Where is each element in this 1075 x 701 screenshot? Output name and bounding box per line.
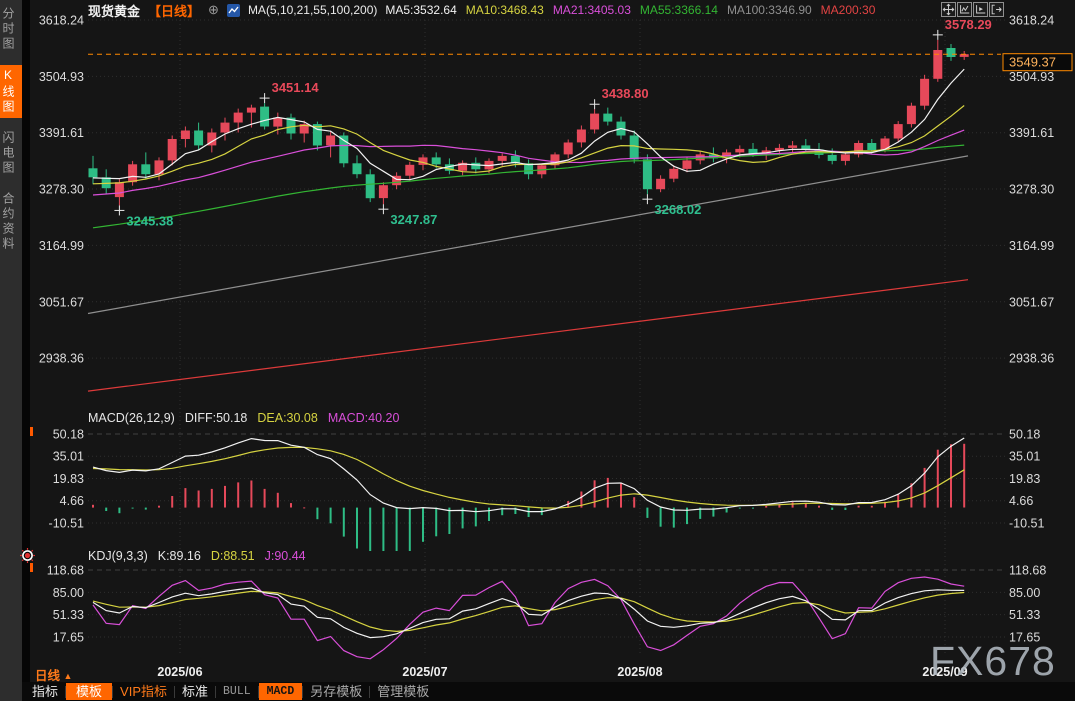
macd-diff-value: DIFF:50.18 — [185, 411, 248, 426]
macd-dea-value: DEA:30.08 — [257, 411, 317, 426]
svg-text:3504.93: 3504.93 — [39, 70, 84, 84]
svg-text:118.68: 118.68 — [47, 564, 84, 578]
candlesticks — [89, 40, 969, 206]
axis-scale-icon[interactable] — [957, 2, 972, 17]
time-axis-label: 2025/06 — [157, 665, 202, 679]
svg-text:50.18: 50.18 — [1009, 428, 1040, 442]
macd-label-row: MACD(26,12,9) DIFF:50.18 DEA:30.08 MACD:… — [88, 411, 399, 426]
svg-text:-10.51: -10.51 — [49, 516, 84, 530]
time-axis-label: 2025/08 — [617, 665, 662, 679]
svg-text:3051.67: 3051.67 — [1009, 295, 1054, 309]
svg-text:3278.30: 3278.30 — [1009, 183, 1054, 197]
toolbar-item-3[interactable]: VIP指标 — [113, 683, 174, 700]
bottom-toolbar: 指标模板VIP指标标准BULLMACD另存模板管理模板 — [22, 682, 1075, 701]
svg-text:3618.24: 3618.24 — [39, 14, 84, 28]
svg-text:50.18: 50.18 — [53, 428, 84, 442]
sidebar-tab-3[interactable]: 闪电图 — [0, 128, 22, 179]
kdj-k-value: K:89.16 — [158, 549, 201, 564]
period-tag: 【日线】 — [148, 1, 200, 19]
toolbar-item-8[interactable]: 管理模板 — [370, 683, 436, 700]
svg-text:3278.30: 3278.30 — [39, 183, 84, 197]
app-window: 分时图 K线图闪电图合约资料 现货黄金 【日线】 ⊕ MA(5,10,21,55,… — [0, 0, 1075, 701]
sidebar-tab-4[interactable]: 合约资料 — [0, 189, 22, 255]
pan-icon[interactable] — [941, 2, 956, 17]
svg-text:35.01: 35.01 — [1009, 450, 1040, 464]
sidebar: 分时图 K线图闪电图合约资料 — [0, 0, 22, 701]
add-indicator-icon[interactable]: ⊕ — [208, 2, 219, 18]
macd-title: MACD(26,12,9) — [88, 411, 175, 426]
toolbar-item-7[interactable]: 另存模板 — [303, 683, 369, 700]
price-annotation: 3578.29 — [945, 17, 992, 32]
toolbar-item-5[interactable]: BULL — [216, 683, 258, 700]
price-annotation: 3451.14 — [272, 80, 320, 95]
toolbar-item-1[interactable]: 指标 — [25, 683, 65, 700]
sidebar-tab-1[interactable]: 分时图 — [0, 4, 22, 55]
svg-text:3164.99: 3164.99 — [1009, 239, 1054, 253]
price-annotation: 3247.87 — [390, 212, 437, 227]
svg-text:35.01: 35.01 — [53, 450, 84, 464]
svg-text:2938.36: 2938.36 — [39, 352, 84, 366]
period-selector-label: 日线 — [35, 669, 60, 683]
kdj-d-value: D:88.51 — [211, 549, 255, 564]
macd-macd-value: MACD:40.20 — [328, 411, 400, 426]
chart-type-icon[interactable] — [227, 4, 240, 17]
svg-text:3391.61: 3391.61 — [1009, 126, 1054, 140]
axis-indicator-icon[interactable] — [973, 2, 988, 17]
price-annotation: 3268.02 — [654, 202, 701, 217]
ma-value-4: MA55:3366.14 — [640, 3, 718, 17]
svg-text:3504.93: 3504.93 — [1009, 70, 1054, 84]
ma-value-1: MA5:3532.64 — [385, 3, 456, 17]
ma-value-2: MA10:3468.43 — [466, 3, 544, 17]
ma-value-5: MA100:3346.90 — [727, 3, 812, 17]
watermark: FX678 — [930, 638, 1056, 685]
sidebar-divider — [22, 0, 30, 701]
toolbar-item-6[interactable]: MACD — [259, 683, 303, 700]
toolbar-item-2[interactable]: 模板 — [66, 683, 112, 700]
svg-text:85.00: 85.00 — [53, 586, 84, 600]
main-chart[interactable]: 3618.24 3618.24 3504.93 3504.93 3391.61 3391.… — [30, 0, 1075, 680]
svg-text:-10.51: -10.51 — [1009, 516, 1044, 530]
topbar: 现货黄金 【日线】 ⊕ MA(5,10,21,55,100,200) MA5:3… — [88, 1, 933, 19]
svg-text:19.83: 19.83 — [1009, 472, 1040, 486]
svg-text:19.83: 19.83 — [53, 472, 84, 486]
ma-params: MA(5,10,21,55,100,200) — [248, 3, 377, 17]
chart-tool-icons — [941, 2, 1004, 17]
svg-text:118.68: 118.68 — [1009, 564, 1046, 578]
svg-text:3051.67: 3051.67 — [39, 295, 84, 309]
svg-text:4.66: 4.66 — [60, 494, 84, 508]
kdj-label-row: KDJ(9,3,3) K:89.16 D:88.51 J:90.44 — [88, 549, 306, 564]
svg-text:2938.36: 2938.36 — [1009, 352, 1054, 366]
svg-text:17.65: 17.65 — [53, 630, 84, 644]
svg-text:51.33: 51.33 — [53, 608, 84, 622]
svg-text:85.00: 85.00 — [1009, 586, 1040, 600]
kdj-j-value: J:90.44 — [265, 549, 306, 564]
topbar-ma-values: MA5:3532.64 MA10:3468.43 MA21:3405.03 MA55:… — [385, 3, 875, 17]
ma-value-3: MA21:3405.03 — [553, 3, 631, 17]
time-axis: 日线 ▲ 2025/062025/072025/082025/09 — [30, 660, 1075, 682]
price-annotation: 3438.80 — [602, 86, 649, 101]
svg-text:3164.99: 3164.99 — [39, 239, 84, 253]
svg-text:4.66: 4.66 — [1009, 494, 1033, 508]
triangle-up-icon: ▲ — [64, 671, 73, 681]
ma-value-6: MA200:30 — [821, 3, 876, 17]
last-price-value: 3549.37 — [1009, 55, 1056, 70]
symbol-title: 现货黄金 — [88, 1, 140, 19]
svg-text:3391.61: 3391.61 — [39, 126, 84, 140]
sidebar-tab-2[interactable]: K线图 — [0, 65, 22, 118]
price-annotation: 3245.38 — [126, 213, 173, 228]
kdj-title: KDJ(9,3,3) — [88, 549, 148, 564]
exit-chart-icon[interactable] — [989, 2, 1004, 17]
live-indicator-icon — [20, 548, 35, 568]
time-axis-label: 2025/07 — [402, 665, 447, 679]
svg-text:51.33: 51.33 — [1009, 608, 1040, 622]
svg-text:3618.24: 3618.24 — [1009, 14, 1054, 28]
toolbar-item-4[interactable]: 标准 — [175, 683, 215, 700]
